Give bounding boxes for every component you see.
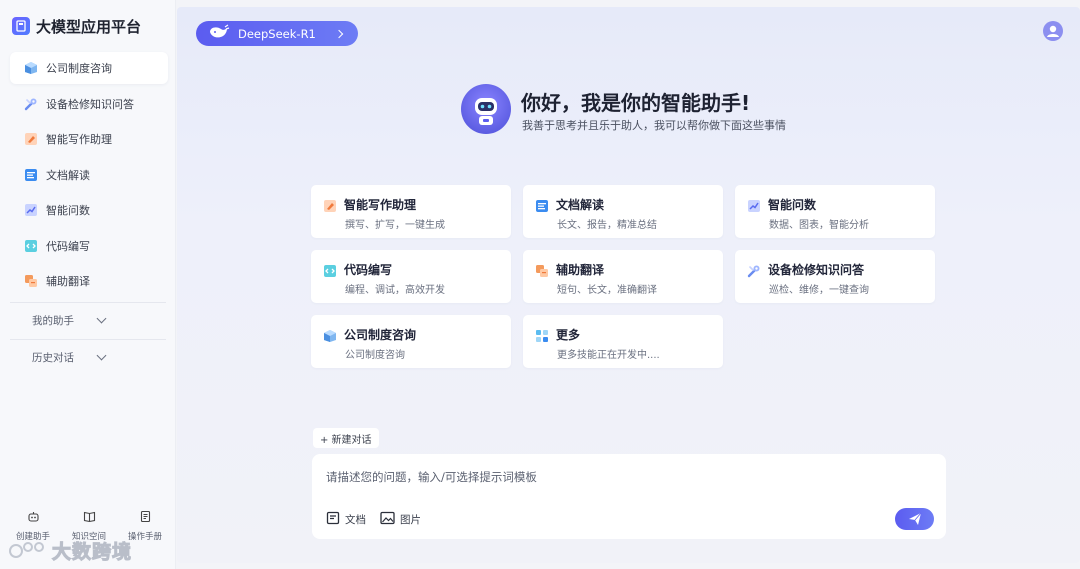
sidebar-item-coding[interactable]: 代码编写 bbox=[10, 230, 168, 262]
sidebar-item-label: 智能写作助理 bbox=[46, 133, 112, 146]
robot-icon bbox=[27, 508, 40, 527]
model-selector-button[interactable]: DeepSeek-R1 bbox=[196, 21, 358, 46]
manual-icon bbox=[139, 508, 152, 527]
skill-card-company-policy[interactable]: 公司制度咨询 公司制度咨询 bbox=[311, 315, 511, 368]
card-title: 辅助翻译 bbox=[556, 263, 605, 277]
translate-icon bbox=[535, 263, 549, 277]
card-title: 公司制度咨询 bbox=[344, 328, 417, 342]
pen-icon bbox=[323, 198, 337, 212]
app-title: 大模型应用平台 bbox=[36, 17, 142, 36]
user-avatar[interactable] bbox=[1043, 21, 1063, 41]
watermark: 大数跨境 bbox=[8, 536, 132, 564]
skill-card-doc-reading[interactable]: 文档解读 长文、报告，精准总结 bbox=[523, 185, 723, 238]
card-title: 代码编写 bbox=[344, 263, 393, 277]
sidebar-menu: 公司制度咨询 设备检修知识问答 智能写作助理 文档解读 智能问数 代码编写 辅助… bbox=[10, 52, 168, 301]
sidebar-item-writing[interactable]: 智能写作助理 bbox=[10, 123, 168, 155]
skill-card-coding[interactable]: 代码编写 编程、调试，高效开发 bbox=[311, 250, 511, 303]
main-panel: DeepSeek-R1 你好，我是你的智能助手! 我善于思考并且乐于助人，我可以… bbox=[177, 7, 1080, 563]
sidebar-item-smart-data[interactable]: 智能问数 bbox=[10, 194, 168, 226]
sidebar-item-translation[interactable]: 辅助翻译 bbox=[10, 265, 168, 297]
tool-label: 操作手册 bbox=[127, 532, 162, 542]
grid-icon bbox=[535, 328, 549, 342]
send-icon bbox=[908, 512, 921, 525]
chevron-right-icon bbox=[334, 29, 344, 38]
chevron-down-icon bbox=[96, 350, 107, 360]
sidebar-item-company-policy[interactable]: 公司制度咨询 bbox=[10, 52, 168, 84]
document-icon bbox=[535, 198, 549, 212]
whale-icon bbox=[208, 24, 230, 43]
card-title: 智能问数 bbox=[768, 198, 817, 212]
card-description: 更多技能正在开发中.... bbox=[557, 350, 660, 361]
sidebar-group-my-assistants[interactable]: 我的助手 bbox=[32, 310, 152, 330]
skill-card-writing[interactable]: 智能写作助理 撰写、扩写，一键生成 bbox=[311, 185, 511, 238]
card-description: 撰写、扩写，一键生成 bbox=[345, 220, 445, 231]
chat-composer: 文档 图片 bbox=[312, 454, 946, 539]
pen-icon bbox=[24, 132, 38, 146]
group-label: 历史对话 bbox=[32, 351, 74, 364]
new-chat-button[interactable]: + 新建对话 bbox=[313, 428, 379, 448]
sidebar-item-label: 智能问数 bbox=[46, 204, 90, 217]
card-description: 数据、图表，智能分析 bbox=[769, 220, 869, 231]
building-icon bbox=[24, 61, 38, 75]
skill-card-translation[interactable]: 辅助翻译 短句、长文，准确翻译 bbox=[523, 250, 723, 303]
assistant-robot-icon bbox=[461, 84, 511, 134]
wrench-icon bbox=[747, 263, 761, 277]
brand[interactable]: 大模型应用平台 bbox=[12, 14, 141, 38]
sidebar: 大模型应用平台 公司制度咨询 设备检修知识问答 智能写作助理 文档解读 智能问数… bbox=[0, 0, 176, 569]
sidebar-divider bbox=[10, 302, 166, 303]
skill-card-equipment-qa[interactable]: 设备检修知识问答 巡检、维修，一键查询 bbox=[735, 250, 935, 303]
sidebar-item-label: 辅助翻译 bbox=[46, 275, 90, 288]
hero-subtitle: 我善于思考并且乐于助人，我可以帮你做下面这些事情 bbox=[522, 119, 786, 132]
card-description: 编程、调试，高效开发 bbox=[345, 285, 445, 296]
sidebar-item-label: 公司制度咨询 bbox=[46, 62, 112, 75]
sidebar-group-history[interactable]: 历史对话 bbox=[32, 347, 152, 367]
code-icon bbox=[24, 239, 38, 253]
sidebar-item-label: 设备检修知识问答 bbox=[46, 97, 134, 111]
card-description: 长文、报告，精准总结 bbox=[557, 220, 657, 231]
skill-card-more[interactable]: 更多 更多技能正在开发中.... bbox=[523, 315, 723, 368]
image-icon bbox=[380, 511, 395, 528]
sidebar-item-equipment-qa[interactable]: 设备检修知识问答 bbox=[10, 88, 168, 120]
sidebar-divider bbox=[10, 339, 166, 340]
watermark-logo-icon bbox=[9, 542, 44, 558]
building-icon bbox=[323, 328, 337, 342]
code-icon bbox=[323, 263, 337, 277]
book-icon bbox=[83, 508, 96, 527]
card-title: 设备检修知识问答 bbox=[768, 263, 865, 277]
card-title: 更多 bbox=[556, 328, 581, 342]
sidebar-item-doc-reading[interactable]: 文档解读 bbox=[10, 159, 168, 191]
send-button[interactable] bbox=[895, 508, 934, 530]
card-title: 文档解读 bbox=[556, 198, 605, 212]
watermark-text: 大数跨境 bbox=[51, 540, 133, 563]
attach-image-button[interactable]: 图片 bbox=[380, 511, 421, 528]
document-attach-icon bbox=[326, 511, 340, 528]
chart-icon bbox=[24, 203, 38, 217]
sidebar-item-label: 代码编写 bbox=[46, 239, 90, 253]
skill-card-smart-data[interactable]: 智能问数 数据、图表，智能分析 bbox=[735, 185, 935, 238]
chat-input[interactable] bbox=[326, 468, 886, 486]
hero-title: 你好，我是你的智能助手! bbox=[521, 91, 751, 115]
translate-icon bbox=[24, 274, 38, 288]
chevron-down-icon bbox=[96, 313, 107, 323]
document-icon bbox=[24, 168, 38, 182]
sidebar-item-label: 文档解读 bbox=[46, 168, 90, 182]
wrench-icon bbox=[24, 97, 38, 111]
user-icon bbox=[1047, 25, 1059, 37]
attach-document-label: 文档 bbox=[345, 514, 366, 526]
card-description: 公司制度咨询 bbox=[345, 350, 405, 361]
chart-icon bbox=[747, 198, 761, 212]
card-description: 短句、长文，准确翻译 bbox=[557, 285, 657, 296]
group-label: 我的助手 bbox=[32, 314, 74, 327]
card-description: 巡检、维修，一键查询 bbox=[769, 285, 869, 296]
model-label: DeepSeek-R1 bbox=[238, 26, 316, 41]
platform-logo-icon bbox=[12, 17, 30, 35]
attach-image-label: 图片 bbox=[400, 514, 421, 526]
card-title: 智能写作助理 bbox=[344, 198, 417, 212]
attach-document-button[interactable]: 文档 bbox=[326, 511, 366, 528]
